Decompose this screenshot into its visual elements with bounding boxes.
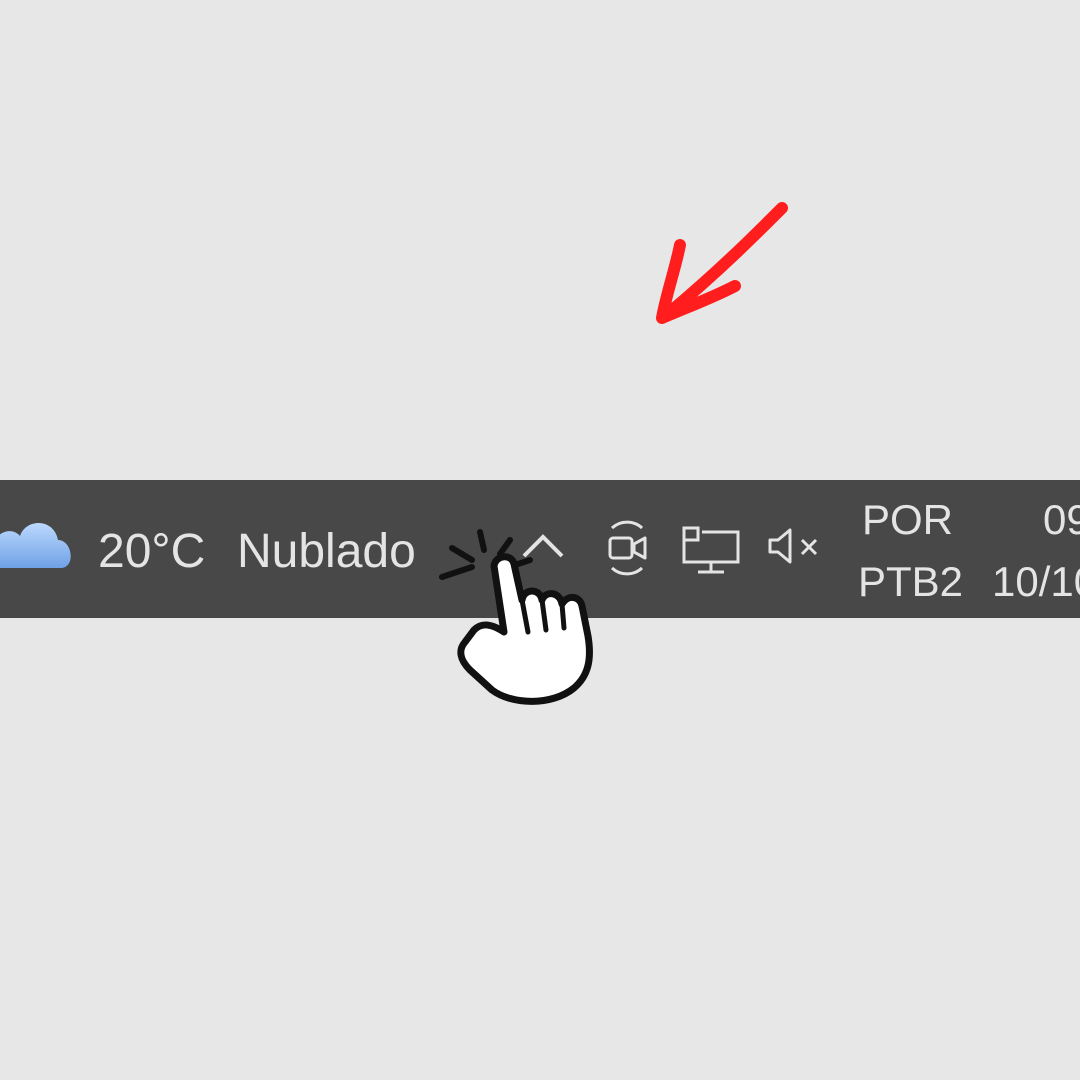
weather-temperature[interactable]: 20°C	[98, 524, 205, 579]
meet-now-icon[interactable]	[603, 520, 651, 576]
input-language[interactable]: POR	[862, 496, 953, 544]
network-icon[interactable]	[680, 524, 744, 576]
clock-time[interactable]: 09	[1043, 496, 1080, 544]
cloud-icon[interactable]	[0, 512, 76, 574]
red-arrow-icon	[656, 202, 788, 324]
clock-date[interactable]: 10/10	[992, 558, 1080, 606]
keyboard-layout[interactable]: PTB2	[858, 558, 963, 606]
volume-muted-icon[interactable]	[766, 526, 824, 566]
weather-condition[interactable]: Nublado	[237, 524, 416, 579]
hand-pointer-click-icon	[439, 529, 593, 705]
